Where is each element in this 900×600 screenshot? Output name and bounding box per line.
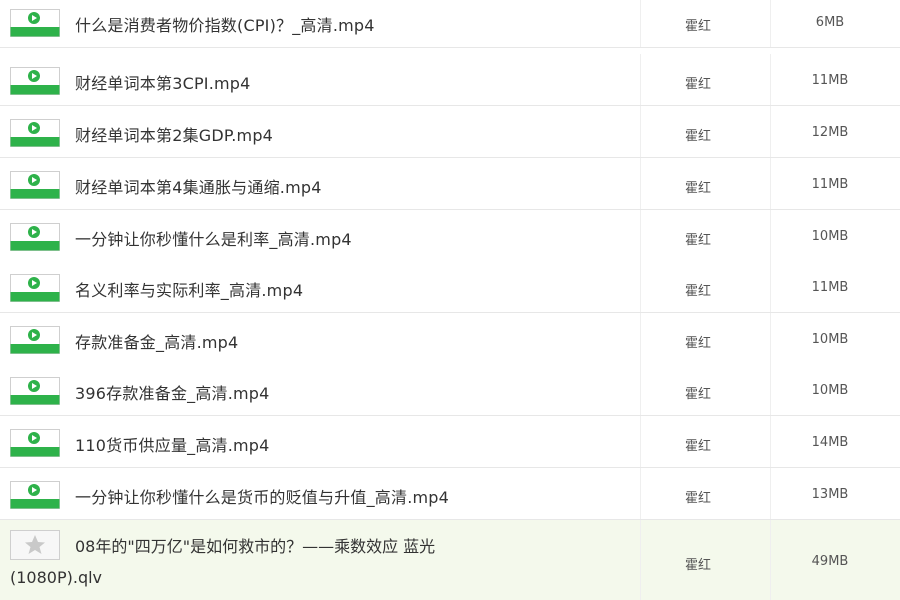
column-divider bbox=[640, 0, 641, 47]
column-divider bbox=[770, 0, 771, 47]
file-size: 13MB bbox=[811, 487, 849, 502]
video-file-icon bbox=[10, 9, 60, 37]
file-size: 14MB bbox=[811, 435, 849, 450]
file-size: 11MB bbox=[811, 280, 849, 295]
video-file-icon bbox=[10, 119, 60, 147]
column-divider bbox=[640, 468, 641, 519]
column-divider bbox=[640, 364, 641, 415]
file-row-selected[interactable]: 08年的"四万亿"是如何救市的？——乘数效应 蓝光 (1080P).qlv 霍红… bbox=[0, 520, 900, 600]
file-list: 什么是消费者物价指数(CPI)？_高清.mp4 霍红 6MB 财经单词本第3CP… bbox=[0, 0, 900, 600]
file-row[interactable]: 名义利率与实际利率_高清.mp4 霍红 11MB bbox=[0, 261, 900, 313]
video-file-icon bbox=[10, 223, 60, 251]
file-name[interactable]: 396存款准备金_高清.mp4 bbox=[75, 380, 270, 404]
file-owner: 霍红 bbox=[685, 129, 712, 144]
file-owner: 霍红 bbox=[685, 336, 712, 351]
column-divider bbox=[640, 416, 641, 467]
file-size: 12MB bbox=[811, 125, 849, 140]
file-size: 10MB bbox=[811, 332, 849, 347]
file-owner: 霍红 bbox=[685, 77, 712, 92]
video-file-icon bbox=[10, 67, 60, 95]
file-name[interactable]: 一分钟让你秒懂什么是货币的贬值与升值_高清.mp4 bbox=[75, 484, 449, 508]
video-file-icon bbox=[10, 274, 60, 302]
column-divider bbox=[640, 313, 641, 364]
file-row[interactable]: 110货币供应量_高清.mp4 霍红 14MB bbox=[0, 416, 900, 468]
file-name[interactable]: 08年的"四万亿"是如何救市的？——乘数效应 蓝光 (1080P).qlv bbox=[10, 531, 610, 593]
file-name[interactable]: 110货币供应量_高清.mp4 bbox=[75, 432, 270, 456]
column-divider bbox=[640, 520, 641, 600]
file-row[interactable]: 什么是消费者物价指数(CPI)？_高清.mp4 霍红 6MB bbox=[0, 0, 900, 48]
column-divider bbox=[640, 54, 641, 105]
file-owner: 霍红 bbox=[685, 233, 712, 248]
column-divider bbox=[640, 261, 641, 312]
video-file-icon bbox=[10, 429, 60, 457]
column-divider bbox=[770, 364, 771, 415]
column-divider bbox=[640, 210, 641, 261]
column-divider bbox=[770, 416, 771, 467]
file-name[interactable]: 什么是消费者物价指数(CPI)？_高清.mp4 bbox=[75, 12, 375, 36]
video-file-icon bbox=[10, 171, 60, 199]
file-name[interactable]: 财经单词本第2集GDP.mp4 bbox=[75, 122, 273, 146]
file-name[interactable]: 存款准备金_高清.mp4 bbox=[75, 329, 238, 353]
file-owner: 霍红 bbox=[685, 19, 712, 34]
file-size: 11MB bbox=[811, 73, 849, 88]
column-divider bbox=[770, 210, 771, 261]
file-name[interactable]: 一分钟让你秒懂什么是利率_高清.mp4 bbox=[75, 226, 352, 250]
file-row[interactable]: 一分钟让你秒懂什么是利率_高清.mp4 霍红 10MB bbox=[0, 210, 900, 262]
video-file-icon bbox=[10, 326, 60, 354]
column-divider bbox=[640, 158, 641, 209]
column-divider bbox=[770, 158, 771, 209]
column-divider bbox=[770, 106, 771, 157]
file-name[interactable]: 财经单词本第4集通胀与通缩.mp4 bbox=[75, 174, 322, 198]
file-name[interactable]: 财经单词本第3CPI.mp4 bbox=[75, 70, 251, 94]
file-name[interactable]: 名义利率与实际利率_高清.mp4 bbox=[75, 277, 303, 301]
file-row[interactable]: 396存款准备金_高清.mp4 霍红 10MB bbox=[0, 364, 900, 416]
file-size: 10MB bbox=[811, 229, 849, 244]
column-divider bbox=[770, 468, 771, 519]
file-owner: 霍红 bbox=[685, 439, 712, 454]
video-file-icon bbox=[10, 481, 60, 509]
file-row[interactable]: 财经单词本第4集通胀与通缩.mp4 霍红 11MB bbox=[0, 158, 900, 210]
file-owner: 霍红 bbox=[685, 181, 712, 196]
column-divider bbox=[770, 520, 771, 600]
file-name-line-1: 08年的"四万亿"是如何救市的？——乘数效应 蓝光 bbox=[75, 537, 436, 556]
file-owner: 霍红 bbox=[685, 284, 712, 299]
video-file-icon bbox=[10, 377, 60, 405]
file-row[interactable]: 存款准备金_高清.mp4 霍红 10MB bbox=[0, 313, 900, 365]
file-owner: 霍红 bbox=[685, 387, 712, 402]
file-row[interactable]: 一分钟让你秒懂什么是货币的贬值与升值_高清.mp4 霍红 13MB bbox=[0, 468, 900, 520]
file-row[interactable]: 财经单词本第3CPI.mp4 霍红 11MB bbox=[0, 54, 900, 106]
file-name-line-2: (1080P).qlv bbox=[10, 568, 103, 587]
file-size: 11MB bbox=[811, 177, 849, 192]
file-size: 49MB bbox=[811, 554, 849, 569]
column-divider bbox=[770, 313, 771, 364]
column-divider bbox=[640, 106, 641, 157]
file-owner: 霍红 bbox=[685, 558, 712, 573]
file-size: 6MB bbox=[815, 15, 845, 30]
column-divider bbox=[770, 261, 771, 312]
file-owner: 霍红 bbox=[685, 491, 712, 506]
file-row[interactable]: 财经单词本第2集GDP.mp4 霍红 12MB bbox=[0, 106, 900, 158]
file-size: 10MB bbox=[811, 383, 849, 398]
column-divider bbox=[770, 54, 771, 105]
